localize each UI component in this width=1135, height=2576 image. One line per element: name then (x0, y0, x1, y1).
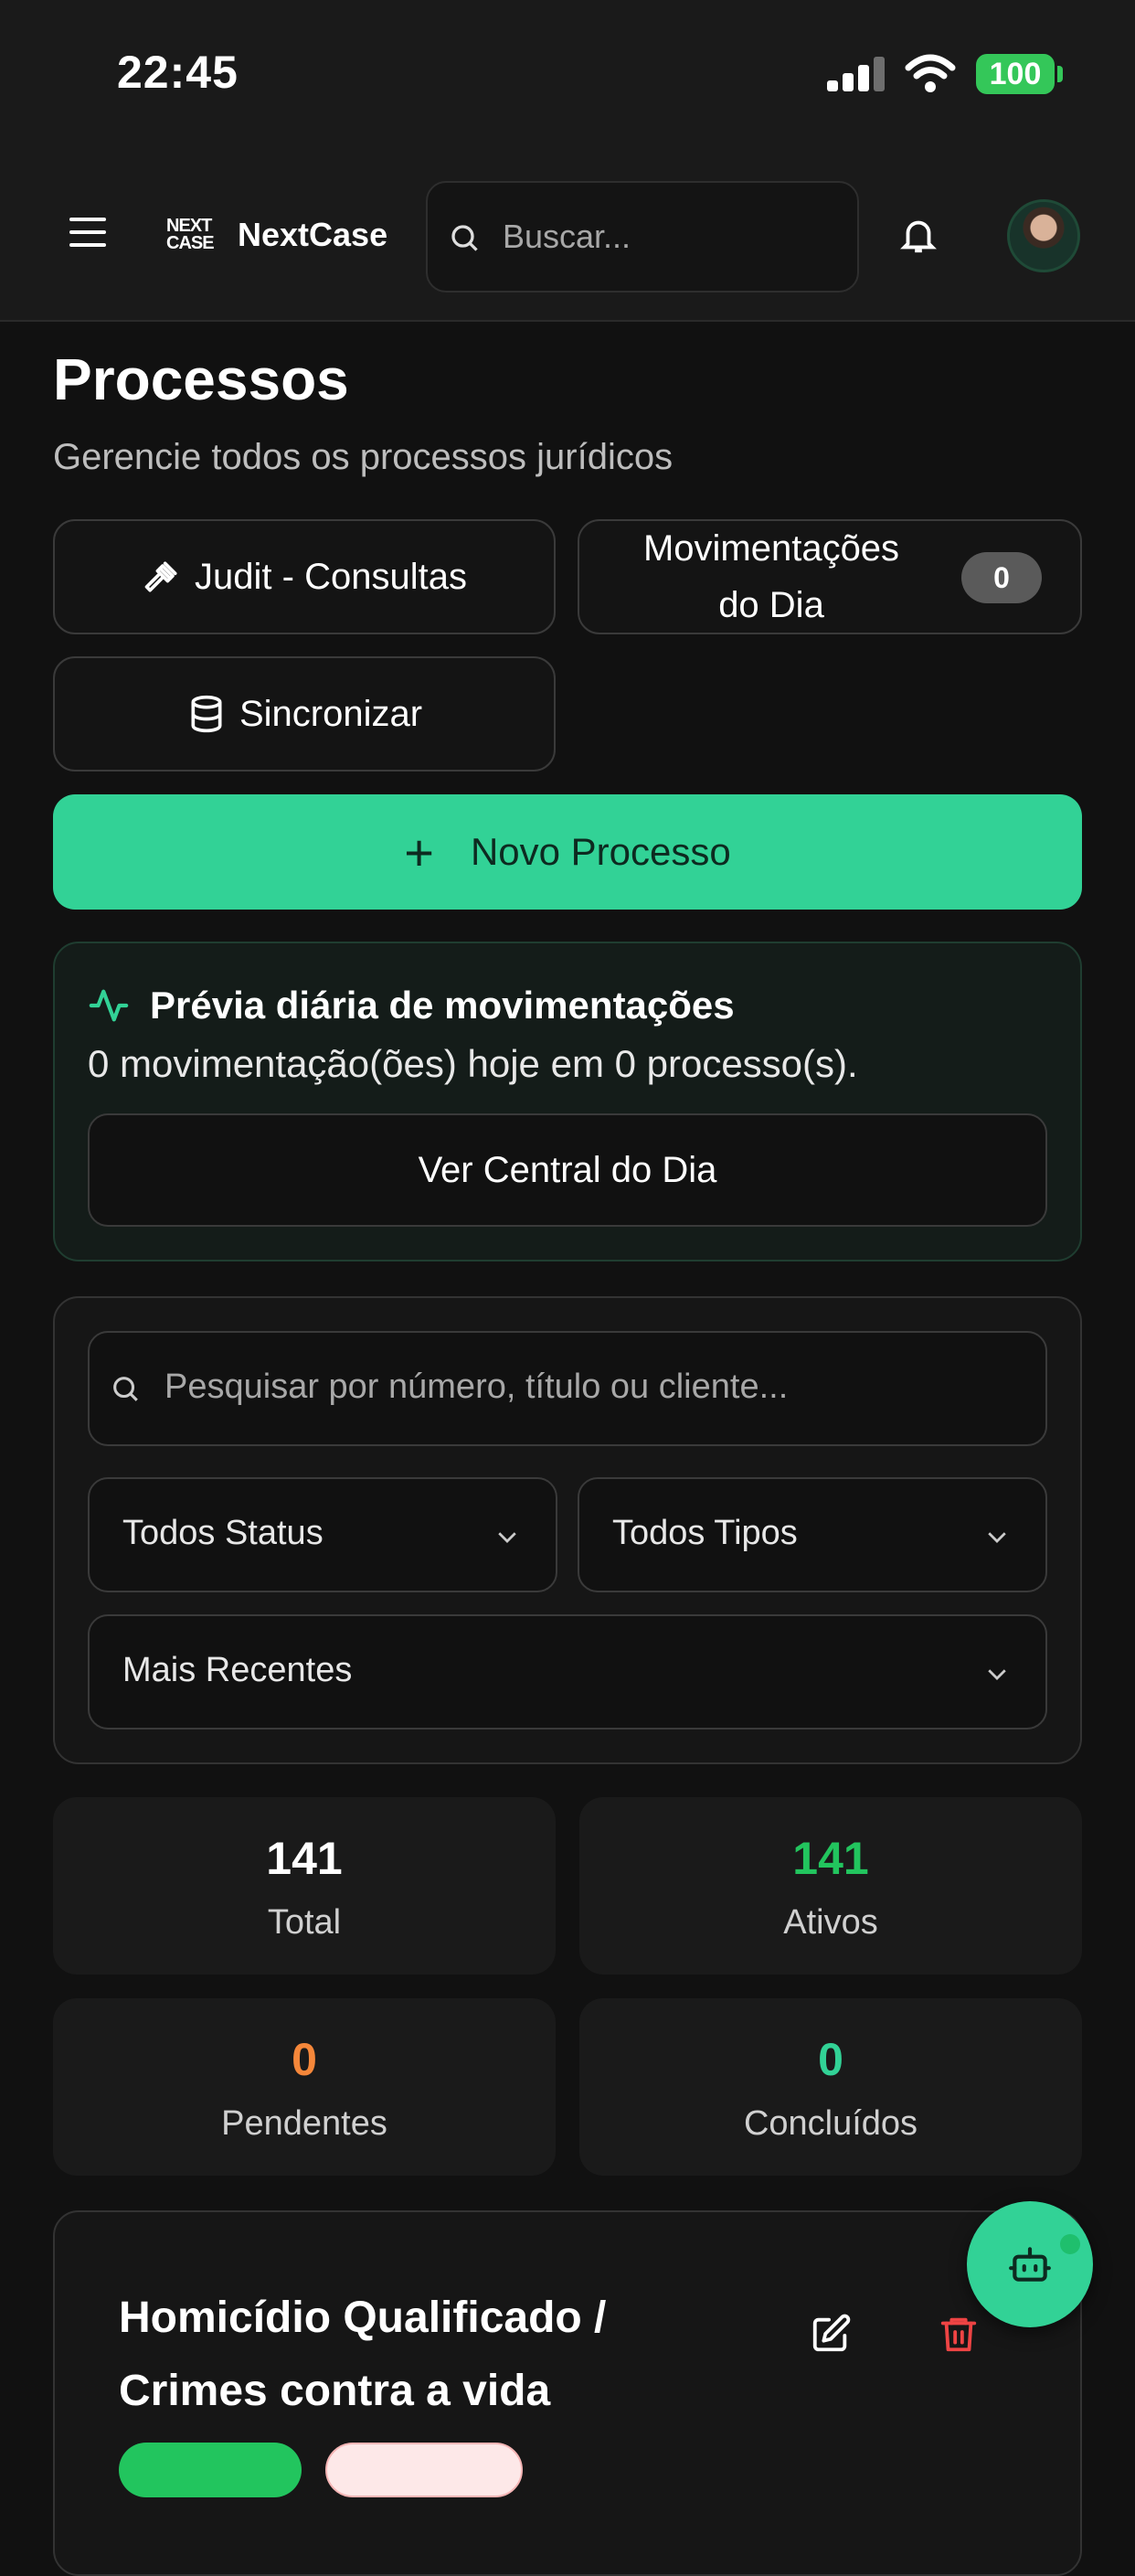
activity-icon (89, 989, 129, 1022)
plus-icon: + (404, 823, 434, 881)
global-search-input[interactable]: Buscar... (426, 181, 859, 293)
priority-badge (325, 2443, 523, 2497)
search-icon (451, 225, 478, 251)
stat-label: Ativos (783, 1903, 878, 1942)
process-card[interactable]: Homicídio Qualificado / Crimes contra a … (53, 2210, 1082, 2576)
stat-label: Pendentes (221, 2104, 387, 2143)
assistant-bot-button[interactable] (967, 2201, 1093, 2327)
search-icon (113, 1377, 138, 1401)
stat-value: 0 (818, 2034, 843, 2085)
type-select[interactable]: Todos Tipos (578, 1477, 1047, 1592)
filters-panel: Pesquisar por número, título ou cliente.… (53, 1296, 1082, 1764)
user-avatar[interactable] (1007, 199, 1080, 272)
battery-indicator: 100 (976, 54, 1055, 94)
stat-pending: 0 Pendentes (53, 1998, 556, 2176)
movements-count-badge: 0 (961, 552, 1042, 603)
sync-button[interactable]: Sincronizar (53, 656, 556, 772)
trash-icon[interactable] (938, 2311, 980, 2357)
notification-bell-icon[interactable] (897, 212, 939, 258)
sort-select[interactable]: Mais Recentes (88, 1614, 1047, 1730)
battery-tip (1057, 66, 1063, 82)
stat-label: Total (267, 1903, 342, 1942)
status-select[interactable]: Todos Status (88, 1477, 557, 1592)
process-search-input[interactable]: Pesquisar por número, título ou cliente.… (88, 1331, 1047, 1446)
preview-title: Prévia diária de movimentações (150, 984, 735, 1027)
stat-value: 141 (266, 1833, 343, 1884)
sync-label: Sincronizar (239, 693, 423, 734)
app-name: NextCase (238, 216, 388, 253)
new-process-button[interactable]: + Novo Processo (53, 794, 1082, 910)
new-process-label: Novo Processo (470, 830, 731, 873)
sort-select-value: Mais Recentes (122, 1651, 353, 1689)
movements-of-day-button[interactable]: Movimentações do Dia 0 (578, 519, 1082, 634)
stat-active: 141 Ativos (579, 1797, 1082, 1975)
process-title: Homicídio Qualificado / Crimes contra a … (119, 2294, 607, 2415)
page-subtitle: Gerencie todos os processos jurídicos (53, 437, 674, 477)
search-placeholder: Buscar... (503, 218, 631, 255)
judit-label: Judit - Consultas (195, 556, 467, 597)
status-select-value: Todos Status (122, 1514, 324, 1552)
stat-value: 0 (292, 2034, 317, 2085)
type-select-value: Todos Tipos (612, 1514, 798, 1552)
preview-summary: 0 movimentação(ões) hoje em 0 processo(s… (88, 1042, 858, 1085)
view-daily-center-button[interactable]: Ver Central do Dia (88, 1113, 1047, 1227)
process-search-placeholder: Pesquisar por número, título ou cliente.… (164, 1368, 789, 1406)
gavel-icon (144, 561, 177, 592)
wifi-icon (905, 54, 956, 92)
judit-consultas-button[interactable]: Judit - Consultas (53, 519, 556, 634)
logo-mark: NEXT CASE (166, 216, 215, 253)
database-icon (191, 695, 222, 733)
stat-label: Concluídos (743, 2104, 918, 2143)
stat-completed: 0 Concluídos (579, 1998, 1082, 2176)
app-header: NEXT CASE NextCase Buscar... (0, 155, 1135, 322)
stat-total: 141 Total (53, 1797, 556, 1975)
edit-icon[interactable] (810, 2313, 852, 2355)
chevron-down-icon (988, 1532, 1006, 1543)
daily-preview-card: Prévia diária de movimentações 0 movimen… (53, 942, 1082, 1261)
menu-icon[interactable] (69, 218, 106, 249)
online-indicator (1060, 2234, 1080, 2254)
page-title: Processos (53, 346, 349, 412)
cellular-signal-icon (827, 57, 885, 91)
preview-heading: Prévia diária de movimentações (88, 984, 735, 1027)
logo[interactable]: NEXT CASE NextCase (166, 216, 387, 254)
stat-value: 141 (792, 1833, 869, 1884)
status-time: 22:45 (117, 47, 239, 98)
movements-label: Movimentações do Dia (642, 528, 900, 625)
status-bar: 22:45 100 (0, 0, 1135, 155)
robot-icon (1009, 2247, 1051, 2282)
chevron-down-icon (498, 1532, 516, 1543)
status-badge (119, 2443, 302, 2497)
chevron-down-icon (988, 1669, 1006, 1680)
